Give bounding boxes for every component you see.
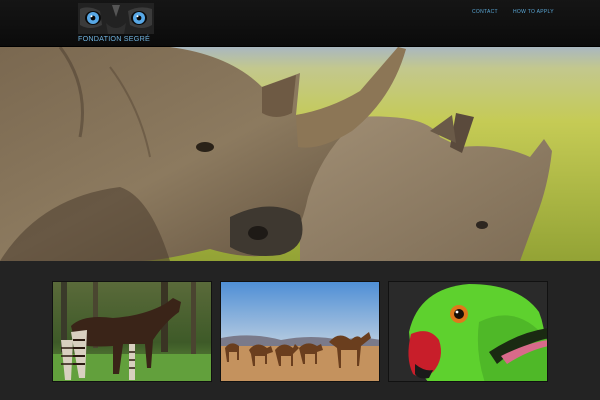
hero-image bbox=[0, 47, 600, 261]
site-header: FONDATION SEGRÉ CONTACT HOW TO APPLY bbox=[0, 0, 600, 47]
gallery-thumb-okapi[interactable] bbox=[52, 281, 212, 382]
nav-how-to-apply-link[interactable]: HOW TO APPLY bbox=[513, 9, 554, 15]
gallery-thumb-camels[interactable] bbox=[220, 281, 380, 382]
main-nav: CONTACT HOW TO APPLY bbox=[0, 9, 600, 19]
logo-text: FONDATION SEGRÉ bbox=[78, 34, 150, 43]
nav-contact-link[interactable]: CONTACT bbox=[472, 9, 498, 15]
gallery-thumb-parrot[interactable] bbox=[388, 281, 548, 382]
